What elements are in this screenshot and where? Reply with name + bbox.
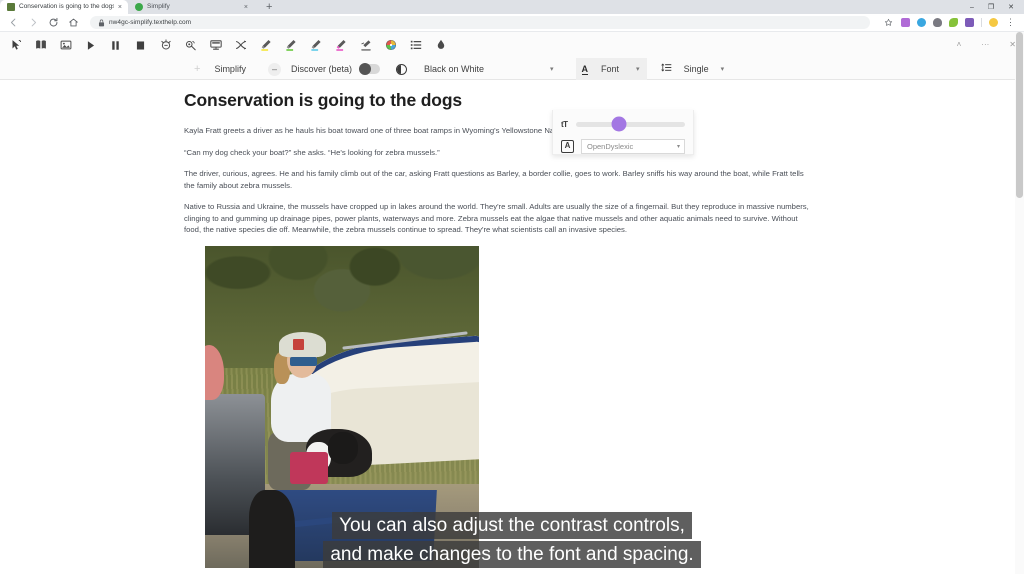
stop-icon[interactable]	[130, 35, 151, 56]
article-paragraph: “Can my dog check your boat?” she asks. …	[184, 147, 816, 159]
discover-beta-toggle[interactable]	[359, 64, 380, 74]
texthelp-panel-controls: ˄ ··· ✕	[957, 32, 1016, 58]
window-maximize-button[interactable]: ❐	[988, 4, 994, 11]
browser-tab-conservation[interactable]: Conservation is going to the dogs ×	[0, 0, 128, 14]
font-button[interactable]: A Font ▾	[576, 58, 647, 80]
new-tab-button[interactable]: +	[262, 0, 276, 14]
toolbar-divider	[981, 18, 982, 27]
toolbar-minimize-button[interactable]: ···	[981, 41, 989, 49]
page-scrollbar-thumb[interactable]	[1016, 32, 1023, 198]
discover-beta-label: Discover (beta)	[291, 64, 352, 74]
voice-note-icon[interactable]	[430, 35, 451, 56]
browser-navigation-bar: nw4gc-simplify.texthelp.com ⋮	[0, 14, 1024, 32]
article-paragraph: Native to Russia and Ukraine, the mussel…	[184, 201, 816, 236]
font-size-row: tT	[561, 115, 685, 133]
chevron-down-icon: ▾	[636, 65, 640, 73]
profile-avatar[interactable]	[989, 18, 998, 27]
article-paragraph: Kayla Fratt greets a driver as he hauls …	[184, 125, 816, 137]
vocabulary-list-icon[interactable]	[405, 35, 426, 56]
chevron-down-icon: ▾	[677, 143, 680, 150]
font-button-label: Font	[601, 64, 619, 74]
tab-title: Conservation is going to the dogs	[19, 0, 114, 14]
texthelp-toolbar: ˄ ··· ✕ + Simplify – Discover (beta) Bla…	[0, 32, 1024, 80]
browser-tab-simplify[interactable]: Simplify ×	[128, 0, 254, 14]
speech-maker-icon[interactable]	[180, 35, 201, 56]
photo-dog-tail	[249, 490, 296, 567]
highlight-pink-icon[interactable]	[330, 35, 351, 56]
address-bar-url[interactable]: nw4gc-simplify.texthelp.com	[109, 19, 191, 26]
chevron-down-icon: ▾	[721, 65, 725, 73]
tab-favicon	[135, 3, 143, 11]
tab-close-icon[interactable]: ×	[244, 4, 248, 11]
browser-window: Conservation is going to the dogs × Simp…	[0, 0, 1024, 574]
font-settings-panel: tT A OpenDyslexic ▾	[552, 110, 694, 155]
color-scheme-value: Black on White	[424, 64, 484, 74]
chevron-down-icon: ▾	[550, 65, 554, 73]
blue-diamond-extension-icon[interactable]	[917, 18, 926, 27]
line-spacing-select[interactable]: Single ▾	[661, 60, 725, 78]
forward-icon[interactable]	[28, 17, 39, 28]
font-size-slider[interactable]	[576, 122, 685, 127]
font-family-value: OpenDyslexic	[587, 142, 633, 151]
grey-search-extension-icon[interactable]	[933, 18, 942, 27]
texthelp-tools-row: ˄ ··· ✕	[0, 32, 1024, 58]
font-size-icon: tT	[561, 120, 568, 129]
picture-dictionary-icon[interactable]	[55, 35, 76, 56]
chrome-menu-icon[interactable]: ⋮	[1005, 17, 1016, 28]
font-family-icon: A	[561, 140, 574, 153]
translator-icon[interactable]	[230, 35, 251, 56]
clear-highlights-icon[interactable]	[355, 35, 376, 56]
article: Conservation is going to the dogs Kayla …	[0, 80, 840, 568]
contrast-icon[interactable]	[396, 64, 407, 75]
line-spacing-icon	[661, 60, 672, 78]
texthelp-options-row: + Simplify – Discover (beta) Black on Wh…	[0, 58, 1024, 80]
font-family-select[interactable]: OpenDyslexic ▾	[581, 139, 685, 154]
font-a-icon: A	[582, 64, 589, 75]
window-close-button[interactable]: ✕	[1008, 4, 1014, 11]
home-icon[interactable]	[68, 17, 79, 28]
browser-toolbar-right: ⋮	[883, 17, 1016, 28]
simplify-button[interactable]: Simplify	[214, 64, 246, 74]
tab-close-icon[interactable]: ×	[118, 4, 122, 11]
back-icon[interactable]	[8, 17, 19, 28]
simplify-decrease-button[interactable]: –	[268, 63, 281, 76]
lock-icon	[98, 14, 105, 32]
dictionary-icon[interactable]	[30, 35, 51, 56]
bookmark-star-icon[interactable]	[883, 17, 894, 28]
photo-dog-head	[328, 432, 358, 464]
address-bar[interactable]: nw4gc-simplify.texthelp.com	[90, 16, 870, 29]
tab-title: Simplify	[147, 0, 240, 14]
screenshot-reader-icon[interactable]	[205, 35, 226, 56]
photo-dog-vest	[290, 452, 328, 484]
purple-archive-extension-icon[interactable]	[965, 18, 974, 27]
page-scrollbar[interactable]	[1015, 32, 1024, 574]
add-tool-button[interactable]: +	[194, 64, 200, 75]
font-size-slider-thumb[interactable]	[612, 117, 627, 132]
article-paragraph: The driver, curious, agrees. He and his …	[184, 168, 816, 191]
color-scheme-select[interactable]: Black on White ▾	[424, 64, 554, 74]
play-icon[interactable]	[80, 35, 101, 56]
toolbar-collapse-button[interactable]: ˄	[957, 41, 962, 49]
photo-person-sunglasses	[290, 357, 317, 367]
highlight-green-icon[interactable]	[280, 35, 301, 56]
pause-icon[interactable]	[105, 35, 126, 56]
photo-cap-logo	[293, 339, 304, 350]
collect-highlights-icon[interactable]	[380, 35, 401, 56]
page-content: Conservation is going to the dogs Kayla …	[0, 80, 1024, 574]
page-title: Conservation is going to the dogs	[184, 90, 840, 111]
window-minimize-button[interactable]: –	[970, 4, 974, 11]
tab-favicon	[7, 3, 15, 11]
green-leaf-extension-icon[interactable]	[949, 18, 958, 27]
window-controls: – ❐ ✕	[970, 0, 1024, 14]
font-family-row: A OpenDyslexic ▾	[561, 137, 685, 155]
puzzle-extension-icon[interactable]	[901, 18, 910, 27]
line-spacing-value: Single	[684, 64, 709, 74]
reload-icon[interactable]	[48, 17, 59, 28]
highlight-blue-icon[interactable]	[305, 35, 326, 56]
article-photo	[205, 246, 479, 568]
cursor-prediction-icon[interactable]	[5, 35, 26, 56]
highlight-yellow-icon[interactable]	[255, 35, 276, 56]
screen-masking-icon[interactable]	[155, 35, 176, 56]
tab-strip: Conservation is going to the dogs × Simp…	[0, 0, 1024, 14]
